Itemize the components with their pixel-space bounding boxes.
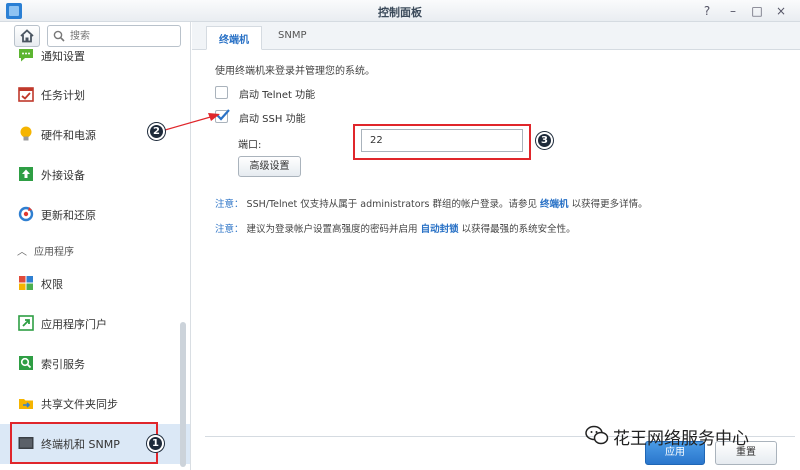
sidebar-item-shared-folder-sync[interactable]: 共享文件夹同步 <box>0 384 190 424</box>
highlight-box-sidebar-item <box>10 422 158 464</box>
note-password: 注意： 建议为登录帐户设置高强度的密码并启用 自动封锁 以获得最强的系统安全性。 <box>215 221 576 235</box>
chat-bubble-icon <box>19 49 33 62</box>
sidebar-item-label: 硬件和电源 <box>41 129 96 142</box>
auto-block-link[interactable]: 自动封锁 <box>421 224 459 235</box>
sidebar-item-label: 通知设置 <box>41 50 85 63</box>
title-bar: 控制面板 ? – □ × <box>0 0 800 22</box>
window-title: 控制面板 <box>378 6 422 19</box>
tab-bar: 终端机 SNMP <box>192 22 800 50</box>
note-text: 建议为登录帐户设置高强度的密码并启用 <box>246 224 418 235</box>
maximize-button[interactable]: □ <box>748 2 766 20</box>
note-text: SSH/Telnet 仅支持从属于 administrators 群组的帐户登录… <box>246 199 537 210</box>
sidebar-section-applications[interactable]: ︿ 应用程序 <box>0 238 190 262</box>
sidebar-item-privileges[interactable]: 权限 <box>0 264 190 304</box>
sidebar-scrollbar[interactable] <box>180 322 186 467</box>
terminal-help-link[interactable]: 终端机 <box>540 199 569 210</box>
terminal-description: 使用终端机来登录并管理您的系统。 <box>215 66 375 77</box>
watermark-text: 花王网络服务中心 <box>613 429 749 449</box>
tab-snmp[interactable]: SNMP <box>266 26 319 50</box>
sidebar-item-label: 外接设备 <box>41 169 85 182</box>
note-label: 注意： <box>215 224 244 235</box>
upload-device-icon <box>19 167 33 181</box>
help-button[interactable]: ? <box>698 2 716 20</box>
step-marker-3: 3 <box>536 132 553 149</box>
sidebar-item-update-restore[interactable]: 更新和还原 <box>0 195 190 235</box>
ssh-label: 启动 SSH 功能 <box>239 114 306 125</box>
highlight-box-port <box>353 124 531 160</box>
sidebar-item-label: 索引服务 <box>41 358 85 371</box>
portal-arrow-icon <box>18 315 34 331</box>
sidebar-item-label: 更新和还原 <box>41 209 96 222</box>
step-marker-1: 1 <box>147 435 164 452</box>
close-button[interactable]: × <box>772 2 790 20</box>
sidebar-item-label: 应用程序门户 <box>41 318 107 331</box>
note-ssh-telnet: 注意： SSH/Telnet 仅支持从属于 administrators 群组的… <box>215 196 648 210</box>
chevron-up-icon: ︿ <box>17 247 27 258</box>
note-label: 注意： <box>215 199 244 210</box>
grid-icon <box>19 276 33 290</box>
sidebar-item-label: 权限 <box>41 278 63 291</box>
refresh-icon <box>18 206 34 222</box>
calendar-check-icon <box>18 87 34 102</box>
step-marker-2: 2 <box>148 123 165 140</box>
sidebar-item-external-devices[interactable]: 外接设备 <box>0 155 190 195</box>
sidebar-item-label: 任务计划 <box>41 89 85 102</box>
telnet-checkbox[interactable] <box>215 86 228 99</box>
sidebar-item-notifications[interactable]: 通知设置 <box>0 36 190 76</box>
wechat-logo-icon <box>585 425 609 445</box>
tab-terminal[interactable]: 终端机 <box>206 26 262 50</box>
sidebar-item-indexing-service[interactable]: 索引服务 <box>0 344 190 384</box>
magnifier-icon <box>19 356 33 370</box>
sidebar-item-label: 共享文件夹同步 <box>41 398 118 411</box>
folder-sync-icon <box>19 399 33 409</box>
advanced-settings-button[interactable]: 高级设置 <box>238 156 301 177</box>
sidebar: 通知设置 任务计划 硬件和电源 外接设备 更新和还原 ︿ 应用程序 <box>0 22 191 470</box>
note-text: 以获得最强的系统安全性。 <box>461 224 576 235</box>
note-text: 以获得更多详情。 <box>571 199 648 210</box>
telnet-label: 启动 Telnet 功能 <box>239 90 316 101</box>
section-label: 应用程序 <box>34 247 74 258</box>
port-label: 端口: <box>238 140 262 151</box>
sidebar-item-application-portal[interactable]: 应用程序门户 <box>0 304 190 344</box>
minimize-button[interactable]: – <box>724 2 742 20</box>
lightbulb-icon <box>20 126 32 141</box>
